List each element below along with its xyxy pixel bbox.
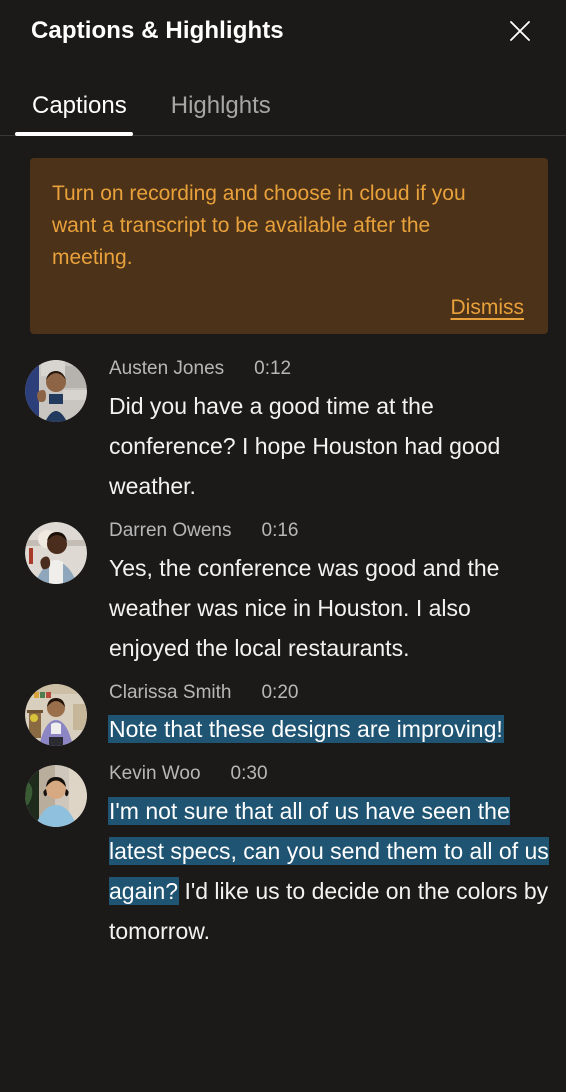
caption-body: Austen Jones 0:12 Did you have a good time… (87, 356, 552, 506)
recording-notice-text: Turn on recording and choose in cloud if… (52, 182, 466, 269)
caption-row[interactable]: Darren Owens 0:16 Yes, the conference was … (0, 508, 566, 670)
recording-notice-actions: Dismiss (52, 284, 526, 320)
caption-body: Darren Owens 0:16 Yes, the conference was … (87, 518, 552, 668)
caption-speaker: Austen Jones (109, 358, 225, 379)
caption-highlight: Note that these designs are improving! (109, 716, 503, 743)
page-title: Captions & Highlights (31, 16, 284, 44)
close-button[interactable] (500, 11, 540, 51)
caption-text[interactable]: Did you have a good time at the conferen… (105, 386, 552, 506)
caption-row[interactable]: Clarissa Smith 0:20 Note that these design… (0, 670, 566, 752)
caption-meta: Austen Jones 0:12 (105, 356, 552, 386)
panel-header: Captions & Highlights (0, 0, 566, 62)
avatar-clarissa-smith (25, 683, 87, 746)
caption-row[interactable]: Kevin Woo 0:30 I'm not sure that all of us… (0, 751, 566, 953)
caption-body: Clarissa Smith 0:20 Note that these design… (87, 680, 552, 750)
recording-notice-banner: Turn on recording and choose in cloud if… (30, 158, 548, 334)
avatar-darren-owens (25, 521, 87, 584)
caption-text[interactable]: Yes, the conference was good and the wea… (105, 548, 552, 668)
caption-body: Kevin Woo 0:30 I'm not sure that all of us… (87, 761, 552, 951)
caption-list[interactable]: Austen Jones 0:12 Did you have a good time… (0, 334, 566, 953)
avatar-kevin-woo (25, 765, 87, 828)
caption-timestamp: 0:20 (261, 681, 299, 703)
captions-highlights-panel: Captions & Highlights Captions Highlghts… (0, 0, 566, 1092)
tab-captions[interactable]: Captions (15, 92, 151, 136)
caption-timestamp: 0:16 (261, 519, 299, 541)
caption-timestamp: 0:12 (254, 358, 292, 379)
caption-speaker: Darren Owens (109, 519, 232, 541)
caption-speaker: Kevin Woo (109, 763, 201, 785)
dismiss-button[interactable]: Dismiss (449, 296, 527, 320)
tab-bar: Captions Highlghts (0, 62, 566, 136)
caption-text[interactable]: Note that these designs are improving! (105, 709, 552, 749)
close-icon (507, 18, 533, 44)
caption-plain-text: Yes, the conference was good and the wea… (109, 554, 500, 661)
tab-highlights[interactable]: Highlghts (151, 92, 294, 136)
caption-meta: Darren Owens 0:16 (105, 518, 552, 548)
caption-meta: Clarissa Smith 0:20 (105, 680, 552, 710)
caption-row[interactable]: Austen Jones 0:12 Did you have a good time… (0, 346, 566, 508)
caption-speaker: Clarissa Smith (109, 681, 232, 703)
caption-meta: Kevin Woo 0:30 (105, 761, 552, 791)
caption-text[interactable]: I'm not sure that all of us have seen th… (105, 791, 552, 951)
avatar-austen-jones (25, 360, 87, 422)
caption-plain-text: Did you have a good time at the conferen… (109, 392, 501, 499)
caption-timestamp: 0:30 (230, 763, 268, 785)
